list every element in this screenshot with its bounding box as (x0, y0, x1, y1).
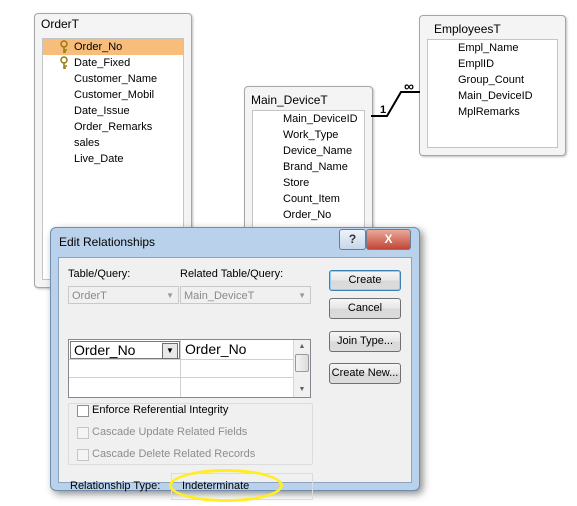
field-main-deviceid[interactable]: Main_DeviceID (428, 88, 557, 104)
field-date-fixed[interactable]: Date_Fixed (43, 55, 183, 71)
field-mplremarks[interactable]: MplRemarks (428, 104, 557, 120)
relationship-type-label: Relationship Type: (70, 480, 161, 492)
enforce-integrity-checkbox[interactable] (77, 405, 89, 417)
field-empl-name[interactable]: Empl_Name (428, 40, 557, 56)
grid-row-divider (69, 359, 293, 360)
field-label: Order_No (283, 209, 332, 221)
table-query-value: OrderT (72, 290, 107, 302)
scroll-thumb[interactable] (295, 354, 309, 372)
ordert-table-title[interactable]: OrderT (35, 14, 191, 34)
field-order-no[interactable]: Order_No (253, 207, 364, 223)
field-label: Store (283, 177, 310, 189)
dropdown-arrow-icon: ▼ (166, 291, 174, 300)
field-customer-name[interactable]: Customer_Name (43, 71, 183, 87)
field-device-name[interactable]: Device_Name (253, 143, 364, 159)
help-button[interactable]: ? (339, 229, 366, 250)
field-label: Brand_Name (283, 161, 348, 173)
field-mapping-grid[interactable]: Order_No ▼ Order_No ▲ ▼ (68, 339, 311, 398)
field-label: Main_DeviceID (458, 90, 533, 102)
left-field-combo[interactable]: Order_No ▼ (70, 341, 180, 359)
field-work-type[interactable]: Work_Type (253, 127, 364, 143)
highlight-ellipse (169, 469, 283, 502)
main-devicet-table-title[interactable]: Main_DeviceT (245, 87, 372, 110)
main-devicet-field-list[interactable]: Main_DeviceID Work_Type Device_Name Bran… (252, 110, 365, 237)
field-label: MplRemarks (458, 106, 520, 118)
close-button[interactable]: X (366, 229, 411, 250)
field-label: Empl_Name (458, 42, 519, 54)
field-label: Date_Fixed (74, 57, 131, 69)
related-table-query-value: Main_DeviceT (184, 290, 255, 302)
field-label: EmplID (458, 58, 495, 70)
field-emplid[interactable]: EmplID (428, 56, 557, 72)
field-label: Device_Name (283, 145, 353, 157)
grid-row-divider (69, 377, 293, 378)
relationship-many-label: ∞ (404, 78, 414, 94)
create-new-button[interactable]: Create New... (329, 363, 401, 384)
field-live-date[interactable]: Live_Date (43, 151, 183, 167)
field-customer-mobil[interactable]: Customer_Mobil (43, 87, 183, 103)
field-label: Order_No (74, 41, 123, 53)
table-query-label: Table/Query: (68, 268, 131, 280)
right-field-value: Order_No (185, 341, 247, 357)
table-query-combo: OrderT ▼ (68, 286, 179, 304)
join-type-button[interactable]: Join Type... (329, 331, 401, 352)
cascade-update-checkbox (77, 427, 89, 439)
enforce-integrity-label[interactable]: Enforce Referential Integrity (92, 404, 228, 416)
right-field-cell[interactable]: Order_No (182, 341, 292, 359)
field-label: Customer_Mobil (74, 89, 155, 101)
field-order-remarks[interactable]: Order_Remarks (43, 119, 183, 135)
dropdown-arrow-icon[interactable]: ▼ (162, 343, 178, 359)
employeest-table-title[interactable]: EmployeesT (420, 16, 565, 39)
field-label: Date_Issue (74, 105, 130, 117)
employeest-field-list[interactable]: Empl_Name EmplID Group_Count Main_Device… (427, 39, 558, 148)
related-table-query-label: Related Table/Query: (180, 268, 284, 280)
cascade-delete-label: Cascade Delete Related Records (92, 448, 256, 460)
scroll-up-arrow-icon[interactable]: ▲ (294, 340, 310, 354)
field-label: Count_Item (283, 193, 340, 205)
related-table-query-combo: Main_DeviceT ▼ (180, 286, 311, 304)
main-devicet-table[interactable]: Main_DeviceT Main_DeviceID Work_Type Dev… (244, 86, 373, 238)
primary-key-icon (60, 56, 68, 69)
grid-scrollbar[interactable]: ▲ ▼ (293, 340, 310, 397)
edit-relationships-dialog: Edit Relationships ? X Table/Query: Rela… (50, 227, 420, 502)
dropdown-arrow-icon: ▼ (298, 291, 306, 300)
field-order-no[interactable]: Order_No (43, 39, 183, 55)
cascade-delete-checkbox (77, 449, 89, 461)
field-count-item[interactable]: Count_Item (253, 191, 364, 207)
dialog-content: Table/Query: Related Table/Query: OrderT… (58, 257, 412, 502)
field-label: Main_DeviceID (283, 113, 358, 125)
field-date-issue[interactable]: Date_Issue (43, 103, 183, 119)
field-label: Customer_Name (74, 73, 158, 85)
field-store[interactable]: Store (253, 175, 364, 191)
field-group-count[interactable]: Group_Count (428, 72, 557, 88)
left-field-value: Order_No (74, 342, 136, 358)
relationship-line[interactable] (370, 85, 425, 125)
relationship-one-label: 1 (380, 104, 387, 116)
field-label: sales (74, 137, 100, 149)
cascade-update-label: Cascade Update Related Fields (92, 426, 248, 438)
field-label: Live_Date (74, 153, 124, 165)
field-main-deviceid[interactable]: Main_DeviceID (253, 111, 364, 127)
grid-column-divider (180, 340, 181, 397)
field-label: Order_Remarks (74, 121, 153, 133)
field-label: Work_Type (283, 129, 339, 141)
scroll-down-arrow-icon[interactable]: ▼ (294, 383, 310, 397)
create-button[interactable]: Create (329, 270, 401, 291)
primary-key-icon (60, 40, 68, 53)
field-label: Group_Count (458, 74, 525, 86)
field-brand-name[interactable]: Brand_Name (253, 159, 364, 175)
employeest-table[interactable]: EmployeesT Empl_Name EmplID Group_Count … (419, 15, 566, 156)
cancel-button[interactable]: Cancel (329, 298, 401, 319)
dialog-title: Edit Relationships (59, 235, 156, 249)
field-sales[interactable]: sales (43, 135, 183, 151)
